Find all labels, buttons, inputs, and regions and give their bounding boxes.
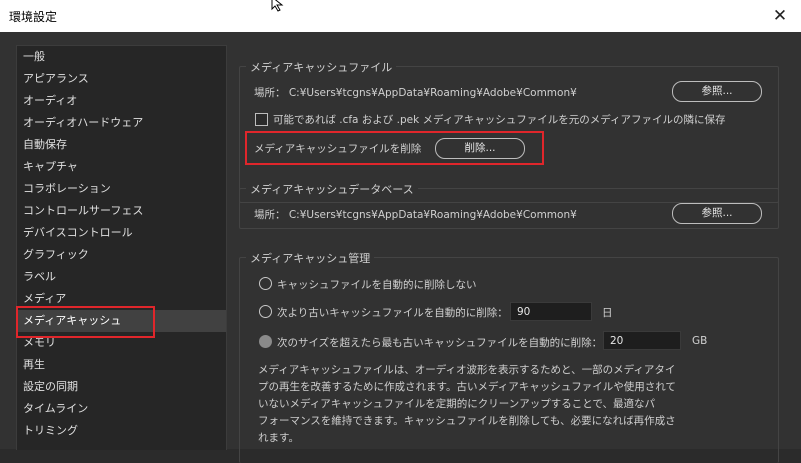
- title-bar: 環境設定 ✕: [0, 0, 801, 32]
- sidebar-item-appearance[interactable]: アピアランス: [17, 68, 226, 90]
- never-delete-radio[interactable]: [259, 277, 272, 290]
- sidebar-item-trim[interactable]: トリミング: [17, 420, 226, 442]
- size-input[interactable]: 20: [603, 331, 681, 350]
- delete-older-radio[interactable]: [259, 305, 272, 318]
- category-list[interactable]: 一般 アピアランス オーディオ オーディオハードウェア 自動保存 キャプチャ コ…: [16, 45, 227, 450]
- cache-database-location: 場所： C:¥Users¥tcgns¥AppData¥Roaming¥Adobe…: [254, 209, 577, 221]
- preferences-dialog: 一般 アピアランス オーディオ オーディオハードウェア 自動保存 キャプチャ コ…: [0, 32, 801, 463]
- sidebar-item-device-control[interactable]: デバイスコントロール: [17, 222, 226, 244]
- mouse-cursor-icon: [271, 0, 284, 12]
- cache-database-panel: メディアキャッシュデータベース 場所： C:¥Users¥tcgns¥AppDa…: [239, 181, 779, 229]
- highlight-media-cache-item: [16, 306, 155, 338]
- sidebar-item-timeline[interactable]: タイムライン: [17, 398, 226, 420]
- cache-database-browse-button[interactable]: 参照...: [672, 203, 762, 224]
- cache-files-legend: メディアキャッシュファイル: [246, 59, 397, 75]
- delete-over-size-label: 次のサイズを超えたら最も古いキャッシュファイルを自動的に削除：: [277, 337, 603, 349]
- sidebar-item-general[interactable]: 一般: [17, 46, 226, 68]
- never-delete-label: キャッシュファイルを自動的に削除しない: [277, 279, 477, 291]
- cache-description: メディアキャッシュファイルは、オーディオ波形を表示するためと、一部のメディアタイ…: [258, 362, 678, 447]
- sidebar-item-graphics[interactable]: グラフィック: [17, 244, 226, 266]
- cache-description-line: いないメディアキャッシュファイルを定期的にクリーンアップすることで、最適なパ: [258, 398, 656, 410]
- window-title: 環境設定: [9, 10, 58, 24]
- sidebar-item-control-surface[interactable]: コントロールサーフェス: [17, 200, 226, 222]
- size-unit: GB: [692, 335, 708, 347]
- close-icon[interactable]: ✕: [769, 5, 791, 27]
- sidebar-item-auto-save[interactable]: 自動保存: [17, 134, 226, 156]
- sidebar-item-sync-settings[interactable]: 設定の同期: [17, 376, 226, 398]
- cache-management-legend: メディアキャッシュ管理: [246, 250, 375, 266]
- days-input[interactable]: 90: [510, 302, 592, 321]
- delete-over-size-radio[interactable]: [259, 335, 272, 348]
- sidebar-item-collaboration[interactable]: コラボレーション: [17, 178, 226, 200]
- save-next-to-media-label: 可能であれば .cfa および .pek メディアキャッシュファイルを元のメディ…: [273, 114, 726, 126]
- delete-older-label: 次より古いキャッシュファイルを自動的に削除：: [277, 307, 508, 319]
- cache-description-line: フォーマンスを維持できます。キャッシュファイルを削除しても、必要になれば再作成さ: [258, 415, 676, 427]
- cache-files-browse-button[interactable]: 参照...: [672, 81, 762, 102]
- cache-description-line: れます。: [258, 432, 299, 444]
- cache-description-line: プの再生を改善するために作成されます。古いメディアキャッシュファイルや使用されて: [258, 381, 676, 393]
- highlight-delete-row: [245, 131, 544, 165]
- cache-database-legend: メディアキャッシュデータベース: [246, 181, 418, 197]
- cache-files-location: 場所： C:¥Users¥tcgns¥AppData¥Roaming¥Adobe…: [254, 87, 577, 99]
- sidebar-item-capture[interactable]: キャプチャ: [17, 156, 226, 178]
- save-next-to-media-checkbox[interactable]: [255, 113, 268, 126]
- days-unit: 日: [602, 307, 613, 319]
- cache-description-line: メディアキャッシュファイルは、オーディオ波形を表示するためと、一部のメディアタイ: [258, 364, 676, 376]
- sidebar-item-audio[interactable]: オーディオ: [17, 90, 226, 112]
- sidebar-item-playback[interactable]: 再生: [17, 354, 226, 376]
- sidebar-item-labels[interactable]: ラベル: [17, 266, 226, 288]
- cache-management-panel: メディアキャッシュ管理 キャッシュファイルを自動的に削除しない 次より古いキャッ…: [239, 250, 779, 463]
- sidebar-item-audio-hardware[interactable]: オーディオハードウェア: [17, 112, 226, 134]
